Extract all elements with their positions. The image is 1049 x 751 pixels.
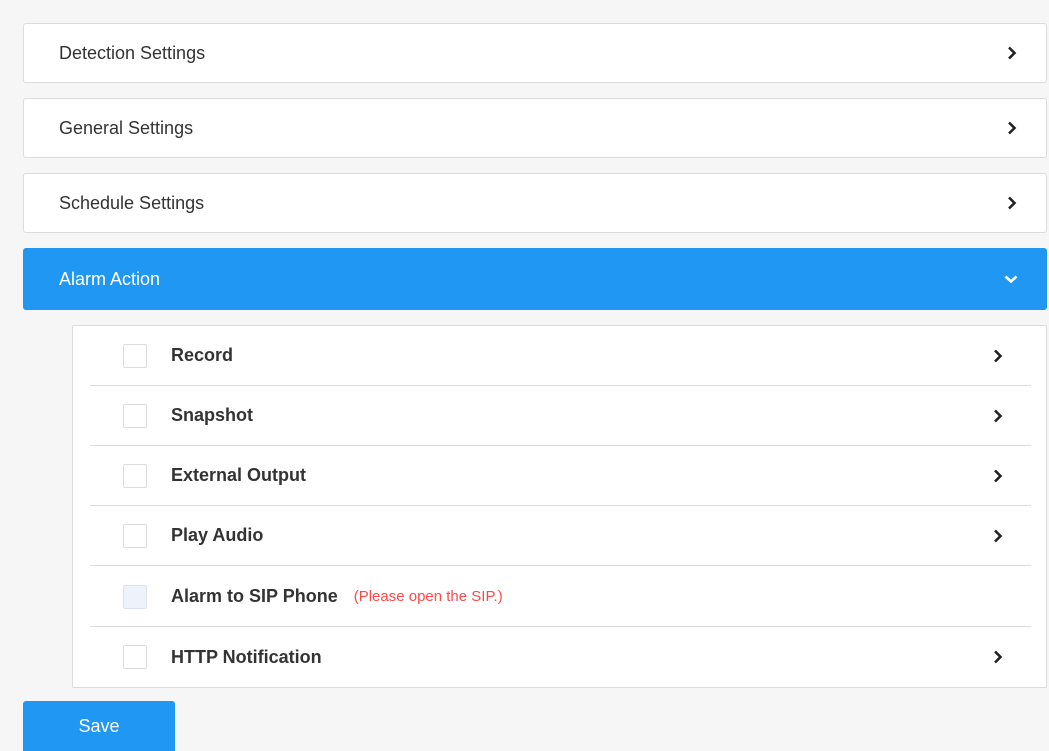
general-settings-title: General Settings <box>59 117 194 138</box>
action-row-snapshot[interactable]: Snapshot <box>90 386 1031 446</box>
action-row-http-notification[interactable]: HTTP Notification <box>90 627 1031 687</box>
chevron-right-icon[interactable] <box>992 408 1004 424</box>
external-output-label: External Output <box>171 465 307 485</box>
chevron-right-icon[interactable] <box>992 348 1004 364</box>
alarm-to-sip-phone-checkbox <box>123 584 147 609</box>
schedule-settings-header[interactable]: Schedule Settings <box>23 173 1047 233</box>
chevron-right-icon <box>1006 195 1018 211</box>
save-button[interactable]: Save <box>23 701 175 751</box>
action-row-record[interactable]: Record <box>90 326 1031 386</box>
alarm-action-header[interactable]: Alarm Action <box>23 248 1047 310</box>
record-label: Record <box>171 345 234 365</box>
chevron-right-icon[interactable] <box>992 468 1004 484</box>
detection-settings-title: Detection Settings <box>59 42 206 63</box>
schedule-settings-title: Schedule Settings <box>59 192 205 213</box>
http-notification-checkbox[interactable] <box>123 645 147 669</box>
detection-settings-header[interactable]: Detection Settings <box>23 23 1047 83</box>
alarm-action-panel: Record Snapshot External Output Play Aud… <box>72 325 1047 688</box>
http-notification-label: HTTP Notification <box>171 646 322 667</box>
sip-warning-note: (Please open the SIP.) <box>353 588 503 605</box>
chevron-right-icon <box>1006 45 1018 61</box>
action-row-alarm-to-sip-phone: Alarm to SIP Phone (Please open the SIP.… <box>90 567 1031 627</box>
chevron-right-icon[interactable] <box>992 649 1004 665</box>
chevron-right-icon <box>1006 120 1018 136</box>
snapshot-label: Snapshot <box>171 405 254 425</box>
play-audio-label: Play Audio <box>171 525 264 545</box>
external-output-checkbox[interactable] <box>123 463 147 488</box>
alarm-settings-page: Detection Settings General Settings Sche… <box>0 0 1049 751</box>
general-settings-header[interactable]: General Settings <box>23 98 1047 158</box>
snapshot-checkbox[interactable] <box>123 403 147 428</box>
chevron-down-icon <box>1004 271 1018 287</box>
alarm-action-title: Alarm Action <box>59 268 161 289</box>
record-checkbox[interactable] <box>123 343 147 368</box>
play-audio-checkbox[interactable] <box>123 523 147 548</box>
action-row-external-output[interactable]: External Output <box>90 446 1031 506</box>
alarm-to-sip-phone-label: Alarm to SIP Phone <box>171 586 338 606</box>
action-row-play-audio[interactable]: Play Audio <box>90 506 1031 566</box>
chevron-right-icon[interactable] <box>992 528 1004 544</box>
